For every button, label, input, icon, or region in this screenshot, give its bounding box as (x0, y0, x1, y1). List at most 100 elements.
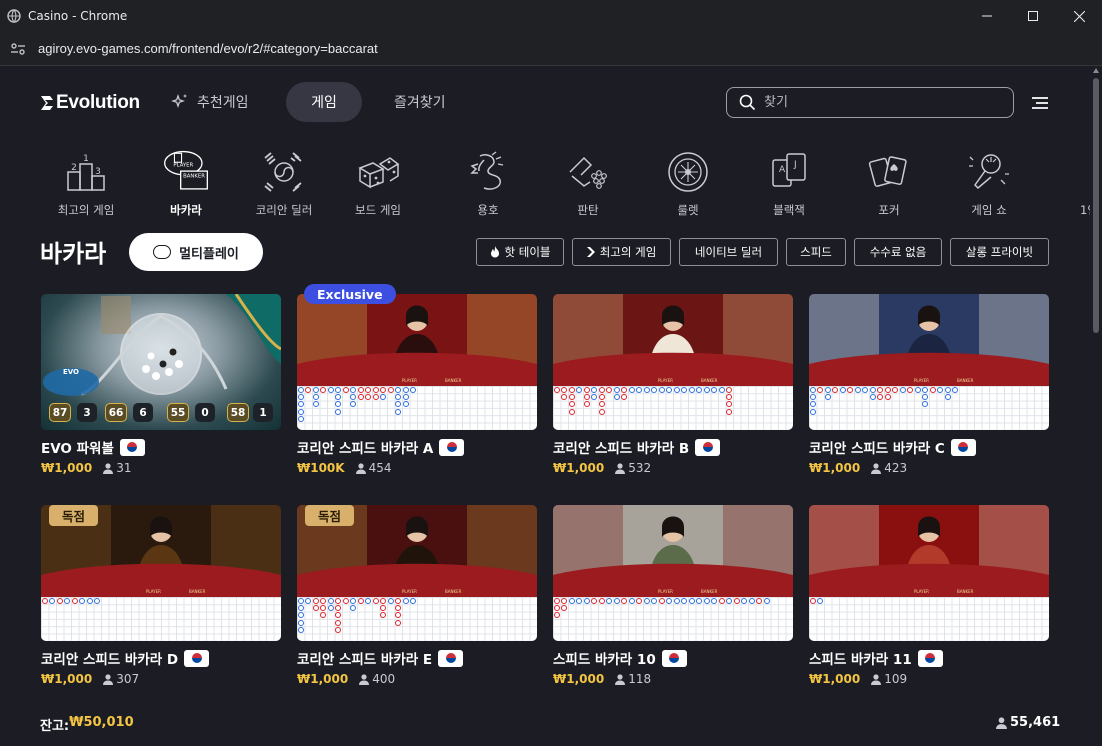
road-dot (568, 408, 575, 415)
road-dot (335, 401, 342, 408)
category-board-games[interactable]: 보드 게임 (333, 148, 423, 223)
road-dot (335, 612, 342, 619)
close-window-button[interactable] (1056, 0, 1102, 32)
game-thumbnail[interactable]: PLAYER BANKER (553, 294, 793, 430)
road-dot (350, 597, 357, 604)
balance-value: ₩50,010 (69, 715, 134, 730)
road-dot (395, 605, 402, 611)
road-dot (297, 386, 304, 393)
filter-no-commission[interactable]: 수수료 없음 (854, 238, 942, 266)
road-dot (335, 619, 342, 626)
page-scrollbar[interactable] (1090, 66, 1102, 746)
game-name: 코리안 스피드 바카라 E (297, 652, 433, 668)
game-min-bet: ₩1,000 (41, 672, 93, 686)
nav-games[interactable]: 게임 (286, 82, 362, 122)
category-baccarat[interactable]: PLAYER BANKER 바카라 (141, 148, 231, 223)
blackjack-icon: AJ (772, 153, 806, 187)
road-dot (869, 386, 876, 393)
game-card-powerball[interactable]: EVO 87 3 66 6 55 0 58 1 EVO 파워볼 ₩1,000 31 (41, 294, 281, 476)
filter-native-dealer[interactable]: 네이티브 딜러 (679, 238, 778, 266)
game-card-baccarat[interactable]: PLAYER BANKER 코리안 스피드 바카라 C ₩1,000 423 (809, 294, 1049, 476)
game-thumbnail[interactable]: PLAYER BANKER (553, 505, 793, 641)
filter-salon-prive[interactable]: 살롱 프라이빗 (950, 238, 1049, 266)
korea-flag-icon (184, 649, 210, 667)
address-bar[interactable]: agiroy.evo-games.com/frontend/evo/r2/#ca… (0, 32, 1102, 66)
game-name: 코리안 스피드 바카라 C (809, 441, 945, 457)
road-dot (395, 612, 402, 619)
game-thumbnail[interactable]: PLAYER BANKER (809, 294, 1049, 430)
road-dot (651, 597, 658, 604)
road-dot (395, 619, 402, 626)
road-dot (350, 605, 357, 611)
category-poker[interactable]: 포커 (844, 148, 934, 223)
road-dot (372, 386, 379, 393)
menu-icon[interactable] (1030, 95, 1050, 111)
category-game-show[interactable]: 게임 쇼 (944, 148, 1034, 223)
road-dot (350, 386, 357, 393)
evolution-logo-icon (41, 96, 53, 110)
road-dot (357, 394, 364, 400)
site-settings-icon[interactable] (9, 40, 27, 58)
road-dot (643, 386, 650, 393)
road-dot (94, 597, 101, 604)
svg-text:PLAYER: PLAYER (173, 163, 193, 169)
scroll-up-icon[interactable] (1093, 68, 1099, 73)
game-card-baccarat[interactable]: PLAYER BANKER 코리안 스피드 바카라 B ₩1,000 532 (553, 294, 793, 476)
category-dragon-tiger[interactable]: 용호 (443, 148, 533, 223)
game-card-baccarat[interactable]: 독점 PLAYER BANKER 코리안 스피드 바카라 E ₩1,000 400 (297, 505, 537, 687)
category-korean-dealer[interactable]: 코리안 딜러 (239, 148, 329, 223)
road-dot (628, 597, 635, 604)
scrollbar-thumb[interactable] (1093, 78, 1099, 333)
category-top-games[interactable]: 12 3 최고의 게임 (41, 148, 131, 223)
road-dot (899, 386, 906, 393)
nav-favorites[interactable]: 즐겨찾기 (394, 82, 446, 122)
game-thumbnail[interactable]: EVO 87 3 66 6 55 0 58 1 (41, 294, 281, 430)
game-thumbnail[interactable]: PLAYER BANKER (809, 505, 1049, 641)
road-dot (606, 386, 613, 393)
game-min-bet: ₩1,000 (41, 461, 93, 475)
svg-text:3: 3 (95, 167, 101, 177)
road-dot (658, 386, 665, 393)
filter-speed[interactable]: 스피드 (786, 238, 846, 266)
road-dot (372, 394, 379, 400)
maximize-button[interactable] (1010, 0, 1056, 32)
road-dot (598, 408, 605, 415)
road-dot (297, 626, 304, 633)
filter-hot-tables[interactable]: 핫 테이블 (476, 238, 564, 266)
game-card-baccarat[interactable]: Exclusive PLAYER BANKER 코리안 스피드 바카라 A ₩1… (297, 284, 537, 476)
user-icon (615, 673, 626, 685)
url-text[interactable]: agiroy.evo-games.com/frontend/evo/r2/#ca… (38, 41, 378, 56)
player-count: 532 (628, 461, 652, 475)
road-dot (809, 386, 816, 393)
road-dot (952, 386, 959, 393)
game-card-baccarat[interactable]: PLAYER BANKER 스피드 바카라 11 ₩1,000 109 (809, 505, 1049, 687)
road-dot (817, 597, 824, 604)
minimize-button[interactable] (964, 0, 1010, 32)
road-dot (380, 394, 387, 400)
category-blackjack[interactable]: AJ 블랙잭 (744, 148, 834, 223)
filter-top-games[interactable]: 최고의 게임 (572, 238, 671, 266)
filter-label: 최고의 게임 (599, 245, 657, 259)
search-input[interactable] (764, 95, 994, 110)
game-card-baccarat[interactable]: PLAYER BANKER 스피드 바카라 10 ₩1,000 118 (553, 505, 793, 687)
svg-text:BANKER: BANKER (445, 378, 462, 383)
road-dot (884, 386, 891, 393)
nav-recommended[interactable]: 추천게임 (171, 82, 249, 122)
game-card-baccarat[interactable]: 독점 PLAYER BANKER 코리안 스피드 바카라 D ₩1,000 307 (41, 505, 281, 687)
road-dot (395, 394, 402, 400)
game-thumbnail[interactable]: PLAYER BANKER (297, 294, 537, 430)
svg-text:BANKER: BANKER (701, 378, 718, 383)
evolution-logo[interactable]: Evolution (40, 92, 140, 114)
road-dot (553, 612, 560, 619)
category-label: 코리안 딜러 (255, 203, 313, 217)
category-roulette[interactable]: 룰렛 (643, 148, 733, 223)
category-fan-tan[interactable]: 판탄 (543, 148, 633, 223)
multiplay-button[interactable]: 멀티플레이 (129, 233, 263, 271)
road-dot (297, 612, 304, 619)
road-dot (576, 386, 583, 393)
road-dot (591, 597, 598, 604)
category-single-player[interactable]: 1인 (1044, 148, 1090, 223)
search-box[interactable] (726, 87, 1014, 118)
road-dot (320, 386, 327, 393)
bead-road (553, 597, 793, 641)
